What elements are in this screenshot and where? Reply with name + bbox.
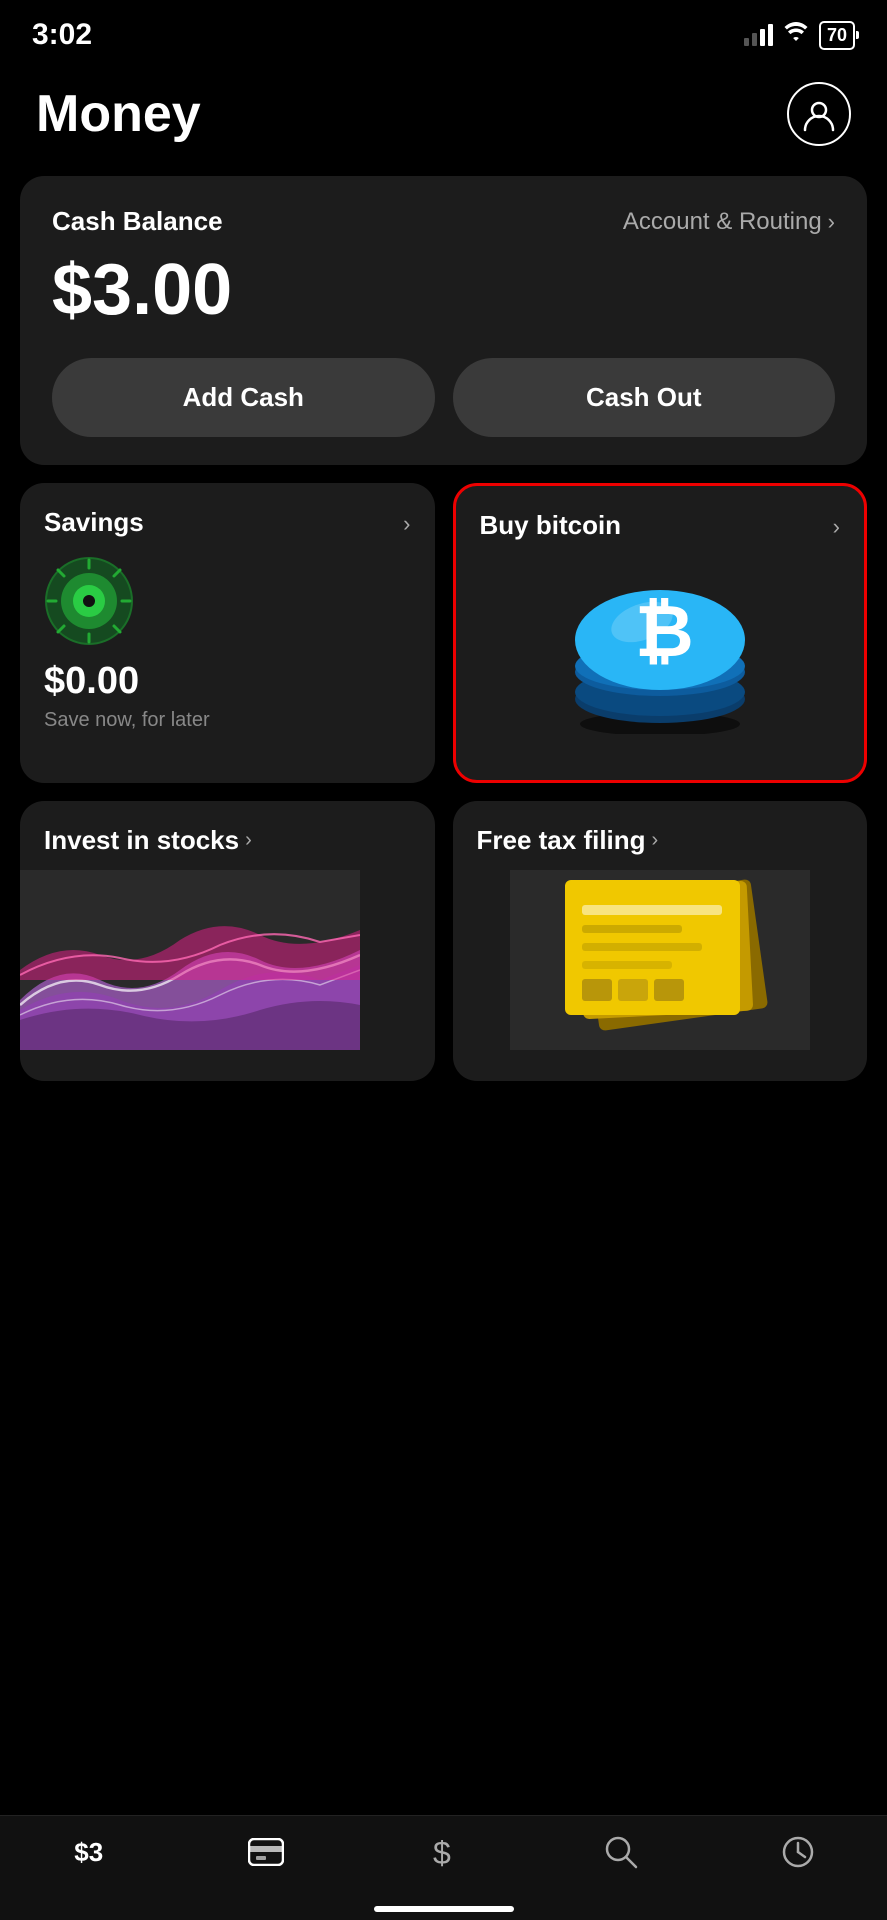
savings-card[interactable]: Savings › — [20, 483, 435, 783]
tax-card[interactable]: Free tax filing › — [453, 801, 868, 1081]
battery-icon: 70 — [819, 21, 855, 50]
nav-search-button[interactable] — [532, 1835, 709, 1869]
signal-icon — [744, 24, 773, 46]
card-icon — [248, 1838, 284, 1866]
savings-subtitle: Save now, for later — [44, 709, 411, 732]
dollar-icon: $ — [430, 1834, 458, 1870]
bottom-cards: Invest in stocks › — [20, 801, 867, 1081]
bottom-nav: $3 $ — [0, 1815, 887, 1920]
stocks-card-title: Invest in stocks — [44, 825, 239, 856]
profile-icon — [801, 96, 837, 132]
main-content: Cash Balance Account & Routing › $3.00 A… — [0, 176, 887, 1081]
tax-chevron-icon: › — [652, 829, 659, 852]
nav-history-button[interactable] — [710, 1835, 887, 1869]
bitcoin-card-header: Buy bitcoin › — [480, 510, 841, 541]
savings-card-title: Savings — [44, 507, 144, 538]
status-icons: 70 — [744, 21, 855, 50]
stocks-visual — [20, 870, 435, 1050]
chevron-right-icon: › — [828, 209, 835, 235]
cash-out-button[interactable]: Cash Out — [453, 358, 836, 437]
bitcoin-chevron-icon: › — [833, 514, 840, 540]
stocks-card[interactable]: Invest in stocks › — [20, 801, 435, 1081]
status-time: 3:02 — [32, 18, 92, 52]
middle-cards-grid: Savings › — [20, 483, 867, 783]
cash-actions: Add Cash Cash Out — [52, 358, 835, 437]
cash-balance-card: Cash Balance Account & Routing › $3.00 A… — [20, 176, 867, 465]
wifi-icon — [783, 22, 809, 48]
nav-balance-text: $3 — [74, 1837, 103, 1868]
history-icon — [781, 1835, 815, 1869]
home-indicator — [374, 1906, 514, 1912]
tax-card-header: Free tax filing › — [453, 801, 868, 856]
header: Money — [0, 62, 887, 176]
savings-card-header: Savings › — [44, 507, 411, 538]
svg-text:₿: ₿ — [635, 592, 694, 672]
tax-visual — [453, 870, 868, 1050]
savings-chevron-icon: › — [403, 511, 410, 537]
buy-bitcoin-card[interactable]: Buy bitcoin › — [453, 483, 868, 783]
savings-balance: $0.00 — [44, 660, 411, 703]
add-cash-button[interactable]: Add Cash — [52, 358, 435, 437]
bitcoin-visual: ₿ — [480, 559, 841, 739]
svg-text:$: $ — [433, 1835, 451, 1870]
tax-card-title: Free tax filing — [477, 825, 646, 856]
stocks-chevron-icon: › — [245, 829, 252, 852]
bitcoin-card-title: Buy bitcoin — [480, 510, 622, 541]
status-bar: 3:02 70 — [0, 0, 887, 62]
savings-icon — [44, 556, 134, 646]
cash-balance-header: Cash Balance Account & Routing › — [52, 206, 835, 237]
nav-cash-button[interactable]: $ — [355, 1834, 532, 1870]
page-title: Money — [36, 84, 201, 144]
stocks-card-header: Invest in stocks › — [20, 801, 435, 856]
profile-button[interactable] — [787, 82, 851, 146]
account-routing-text: Account & Routing — [623, 208, 822, 236]
search-icon — [604, 1835, 638, 1869]
balance-amount: $3.00 — [52, 251, 835, 330]
account-routing-link[interactable]: Account & Routing › — [623, 208, 835, 236]
nav-card-button[interactable] — [177, 1838, 354, 1866]
cash-balance-label: Cash Balance — [52, 206, 223, 237]
nav-balance[interactable]: $3 — [0, 1837, 177, 1868]
